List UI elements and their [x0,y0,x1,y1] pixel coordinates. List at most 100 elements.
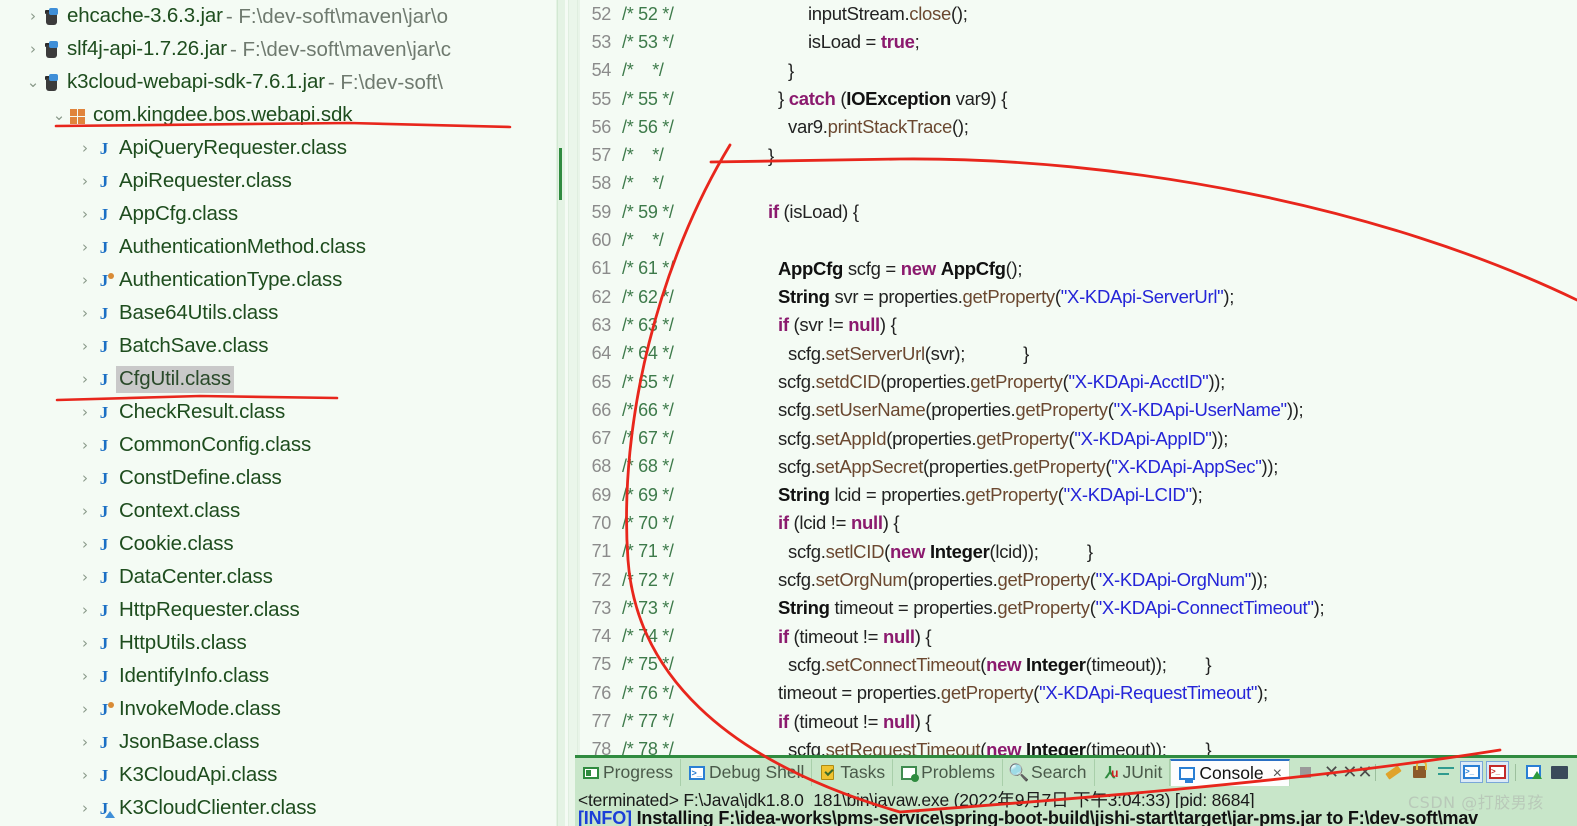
tree-item[interactable]: › J AuthenticationMethod.class [0,231,568,264]
console-toolbar[interactable]: ✕ ✕✕ >_ >_ [1294,760,1571,784]
code-line[interactable]: 61/* 61 */AppCfg scfg = new AppCfg(); [578,255,1577,283]
show-console-stdout-button[interactable]: >_ [1460,761,1483,783]
chevron-right-icon[interactable]: › [78,471,92,486]
tree-item[interactable]: › J ApiQueryRequester.class [0,132,568,165]
tab-console[interactable]: Console × [1170,759,1290,786]
chevron-right-icon[interactable]: › [78,669,92,684]
clear-console-button[interactable] [1382,761,1405,783]
code-line[interactable]: 55/* 55 */} catch (IOException var9) { [578,85,1577,113]
chevron-right-icon[interactable]: › [78,306,92,321]
tab-debug-shell[interactable]: >_ Debug Shell [681,759,813,786]
chevron-right-icon[interactable]: › [78,339,92,354]
tree-item[interactable]: ⌄ k3cloud-webapi-sdk-7.6.1.jar - F:\dev-s… [0,66,568,99]
tab-search[interactable]: 🔍 Search [1003,759,1095,786]
code-line[interactable]: 72 /* 72 */ scfg.setOrgNum(properties.getP… [578,566,1577,594]
code-line[interactable]: 73 /* 73 */ String timeout = properties.ge… [578,594,1577,622]
chevron-right-icon[interactable]: › [78,174,92,189]
tree-item[interactable]: ⌄ com.kingdee.bos.webapi.sdk [0,99,568,132]
chevron-right-icon[interactable]: › [78,768,92,783]
tab-tasks[interactable]: Tasks [812,759,894,786]
tree-item[interactable]: › J AppCfg.class [0,198,568,231]
tree-item[interactable]: › J Base64Utils.class [0,297,568,330]
pin-console-button[interactable] [1522,761,1545,783]
tree-item[interactable]: › J DataCenter.class [0,561,568,594]
code-line[interactable]: 69 /* 69 */ String lcid = properties.getPr… [578,481,1577,509]
panel-splitter[interactable] [568,0,578,826]
code-line[interactable]: 76 /* 76 */ timeout = properties.getProper… [578,679,1577,707]
chevron-right-icon[interactable]: › [78,504,92,519]
chevron-right-icon[interactable]: › [78,636,92,651]
code-line[interactable]: 77 /* 77 */ if (timeout != null) { [578,707,1577,735]
code-line[interactable]: 63 /* 63 */ if (svr != null) { [578,311,1577,339]
tree-item[interactable]: › J ConstDefine.class [0,462,568,495]
chevron-right-icon[interactable]: › [78,372,92,387]
tree-item[interactable]: › J JsonBase.class [0,726,568,759]
scroll-lock-button[interactable] [1408,761,1431,783]
tree-item[interactable]: › J K3CloudClienter.class [0,792,568,825]
tree-item[interactable]: › J CheckResult.class [0,396,568,429]
tree-item[interactable]: › ehcache-3.6.3.jar - F:\dev-soft\maven\j… [0,0,568,33]
code-line[interactable]: 70 /* 70 */ if (lcid != null) { [578,509,1577,537]
chevron-down-icon[interactable]: ⌄ [52,108,66,123]
code-line[interactable]: 60 /* */ [578,226,1577,254]
code-line[interactable]: 56 /* 56 */ var9.printStackTrace(); [578,113,1577,141]
tree-item[interactable]: › slf4j-api-1.7.26.jar - F:\dev-soft\mave… [0,33,568,66]
chevron-right-icon[interactable]: › [26,42,40,57]
code-line[interactable]: 53 /* 53 */ isLoad = true; [578,28,1577,56]
display-selected-console-button[interactable] [1548,761,1571,783]
tree-item[interactable]: › J IdentifyInfo.class [0,660,568,693]
code-line[interactable]: 59 /* 59 */ if (isLoad) { [578,198,1577,226]
tree-item[interactable]: › J InvokeMode.class [0,693,568,726]
tab-junit[interactable]: ⅄JUnit [1095,759,1171,786]
code-line[interactable]: 52 /* 52 */ inputStream.close(); [578,0,1577,28]
chevron-right-icon[interactable]: › [26,9,40,24]
chevron-right-icon[interactable]: › [78,405,92,420]
code-line[interactable]: 75 /* 75 */ scfg.setConnectTimeout(new Int… [578,651,1577,679]
tree-item[interactable]: › J K3CloudApi.class [0,759,568,792]
word-wrap-button[interactable] [1434,761,1457,783]
code-editor[interactable]: 52 /* 52 */ inputStream.close(); 53 /* 53 */… [578,0,1577,755]
code-line[interactable]: 78 /* 78 */ scfg.setRequestTimeout(new Int… [578,736,1577,755]
code-line[interactable]: 65 /* 65 */ scfg.setdCID(properties.getPro… [578,368,1577,396]
package-explorer-tree[interactable]: › ehcache-3.6.3.jar - F:\dev-soft\maven\j… [0,0,568,826]
code-line[interactable]: 68 /* 68 */ scfg.setAppSecret(properties.g… [578,453,1577,481]
chevron-right-icon[interactable]: › [78,801,92,816]
console-tab-bar[interactable]: Progress >_ Debug Shell Tasks Problems 🔍 Searc… [575,759,1290,786]
tree-vertical-scrollbar[interactable] [556,0,565,826]
chevron-right-icon[interactable]: › [78,207,92,222]
remove-launch-button[interactable]: ✕ [1320,761,1343,783]
code-line[interactable]: 71 /* 71 */ scfg.setlCID(new Integer(lcid)… [578,538,1577,566]
chevron-right-icon[interactable]: › [78,141,92,156]
scrollbar-thumb[interactable] [559,148,562,200]
chevron-right-icon[interactable]: › [78,702,92,717]
tree-item[interactable]: › J AuthenticationType.class [0,264,568,297]
close-icon[interactable]: × [1273,765,1282,783]
chevron-down-icon[interactable]: ⌄ [26,75,40,90]
chevron-right-icon[interactable]: › [78,735,92,750]
remove-all-launches-button[interactable]: ✕✕ [1342,761,1372,783]
tree-item[interactable]: › J CfgUtil.class [0,363,568,396]
code-line[interactable]: 66 /* 66 */ scfg.setUserName(properties.ge… [578,396,1577,424]
chevron-right-icon[interactable]: › [78,438,92,453]
show-console-stderr-button[interactable]: >_ [1486,761,1509,783]
code-line[interactable]: 74 /* 74 */ if (timeout != null) { [578,623,1577,651]
code-line[interactable]: 64 /* 64 */ scfg.setServerUrl(svr); } [578,340,1577,368]
terminate-button[interactable] [1294,761,1317,783]
chevron-right-icon[interactable]: › [78,537,92,552]
tab-problems[interactable]: Problems [893,759,1004,786]
tree-item[interactable]: › J ApiRequester.class [0,165,568,198]
tree-item[interactable]: › J HttpUtils.class [0,627,568,660]
tree-item[interactable]: › J Context.class [0,495,568,528]
tree-item[interactable]: › J BatchSave.class [0,330,568,363]
tree-item[interactable]: › J HttpRequester.class [0,594,568,627]
code-line[interactable]: 67 /* 67 */ scfg.setAppId(properties.getPr… [578,424,1577,452]
code-line[interactable]: 58 /* */ [578,170,1577,198]
tree-item[interactable]: › J CommonConfig.class [0,429,568,462]
chevron-right-icon[interactable]: › [78,240,92,255]
chevron-right-icon[interactable]: › [78,603,92,618]
code-line[interactable]: 62 /* 62 */ String svr = properties.getPro… [578,283,1577,311]
chevron-right-icon[interactable]: › [78,570,92,585]
chevron-right-icon[interactable]: › [78,273,92,288]
code-line[interactable]: 54 /* */} [578,57,1577,85]
tree-item[interactable]: › J Cookie.class [0,528,568,561]
